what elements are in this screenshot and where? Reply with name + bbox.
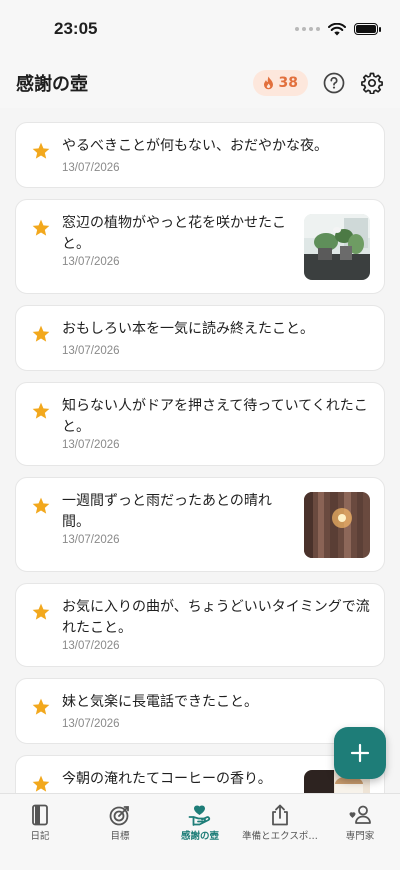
star-icon[interactable]	[31, 774, 51, 794]
experts-icon	[349, 805, 371, 824]
app-header: 感謝の壺 38	[0, 58, 400, 108]
status-time: 23:05	[54, 19, 98, 38]
gratitude-card[interactable]: 妹と気楽に長電話できたこと。 13/07/2026	[15, 678, 385, 744]
entry-date: 13/07/2026	[62, 256, 120, 268]
entry-text: 妹と気楽に長電話できたこと。	[62, 694, 258, 710]
add-entry-button[interactable]	[334, 727, 386, 779]
status-bar: 23:05	[0, 0, 400, 58]
entry-text: 窓辺の植物がやっと花を咲かせたこと。	[62, 215, 286, 252]
entry-date: 13/07/2026	[62, 345, 120, 357]
journal-icon	[32, 804, 48, 826]
gratitude-card[interactable]: 知らない人がドアを押さえて待っていてくれたこと。 13/07/2026	[15, 382, 385, 466]
tab-journal[interactable]: 日記	[0, 794, 80, 870]
tab-label: 日記	[30, 831, 50, 842]
tab-goals[interactable]: 目標	[80, 794, 160, 870]
share-export-icon	[272, 804, 288, 826]
star-icon[interactable]	[31, 324, 51, 344]
gear-icon	[361, 72, 383, 94]
tab-label: 感謝の壺	[180, 831, 219, 842]
star-icon[interactable]	[31, 401, 51, 421]
gratitude-jar-icon	[188, 805, 211, 826]
entry-text: 今朝の淹れたてコーヒーの香り。	[62, 771, 272, 787]
wifi-icon	[328, 22, 346, 35]
star-icon[interactable]	[31, 602, 51, 622]
settings-button[interactable]	[360, 71, 384, 95]
entry-text: やるべきことが何もない、おだやかな夜。	[62, 138, 328, 154]
tab-label: 専門家	[345, 831, 375, 842]
tab-gratitude-jar[interactable]: 感謝の壺	[160, 794, 240, 870]
status-icons	[295, 22, 381, 36]
entry-date: 13/07/2026	[62, 439, 120, 451]
streak-count: 38	[278, 75, 298, 91]
plants-photo-image	[304, 214, 370, 280]
entry-date: 13/07/2026	[62, 640, 120, 652]
tab-label: 目標	[110, 831, 130, 842]
entry-date: 13/07/2026	[62, 162, 120, 174]
gratitude-card[interactable]: 一週間ずっと雨だったあとの晴れ間。 13/07/2026	[15, 477, 385, 572]
cellular-signal-icon	[295, 27, 320, 31]
window-sunlight-image	[304, 492, 370, 558]
gratitude-card[interactable]: やるべきことが何もない、おだやかな夜。 13/07/2026	[15, 122, 385, 188]
gratitude-card[interactable]: おもしろい本を一気に読み終えたこと。 13/07/2026	[15, 305, 385, 371]
star-icon[interactable]	[31, 141, 51, 161]
entry-photo[interactable]	[304, 214, 370, 280]
help-icon	[323, 72, 345, 94]
help-button[interactable]	[322, 71, 346, 95]
gratitude-card[interactable]: 窓辺の植物がやっと花を咲かせたこと。 13/07/2026	[15, 199, 385, 294]
battery-icon	[354, 23, 381, 35]
star-icon[interactable]	[31, 697, 51, 717]
entry-date: 13/07/2026	[62, 534, 120, 546]
entry-date: 13/07/2026	[62, 718, 120, 730]
gratitude-list: やるべきことが何もない、おだやかな夜。 13/07/2026 窓辺の植物がやっと…	[15, 122, 385, 861]
tab-label: 準備とエクスポ…	[242, 831, 318, 842]
star-icon[interactable]	[31, 496, 51, 516]
streak-badge[interactable]: 38	[252, 70, 308, 96]
entry-text: おもしろい本を一気に読み終えたこと。	[62, 321, 314, 337]
entry-text: 知らない人がドアを押さえて待っていてくれたこと。	[62, 398, 368, 435]
entry-text: お気に入りの曲が、ちょうどいいタイミングで流れたこと。	[62, 599, 370, 636]
page-title: 感謝の壺	[16, 74, 88, 95]
tab-export[interactable]: 準備とエクスポ…	[240, 794, 320, 870]
gratitude-card[interactable]: お気に入りの曲が、ちょうどいいタイミングで流れたこと。 13/07/2026	[15, 583, 385, 667]
tab-experts[interactable]: 専門家	[320, 794, 400, 870]
plus-icon	[350, 743, 370, 763]
target-icon	[109, 806, 129, 826]
star-icon[interactable]	[31, 218, 51, 238]
bottom-tab-bar: 日記 目標 感謝の壺 準備とエクスポ… 専門家	[0, 793, 400, 870]
entry-photo[interactable]	[304, 492, 370, 558]
entry-text: 一週間ずっと雨だったあとの晴れ間。	[62, 493, 272, 530]
flame-icon	[263, 76, 273, 90]
